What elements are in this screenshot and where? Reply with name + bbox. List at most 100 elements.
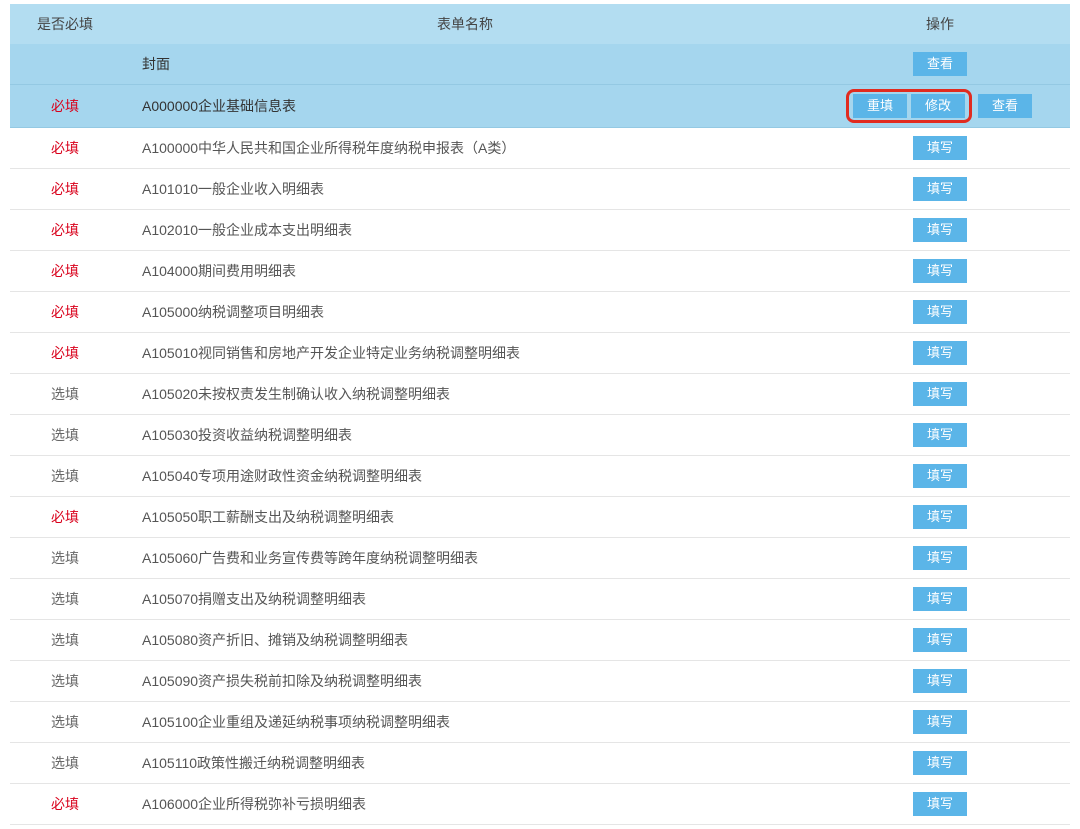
fill-button[interactable]: 填写 <box>913 259 967 283</box>
actions-cell: 查看 <box>810 44 1070 85</box>
actions-cell: 填写 <box>810 456 1070 497</box>
table-row: 封面 查看 <box>10 44 1070 85</box>
required-cell: 必填 <box>10 169 120 210</box>
form-name-cell: A106000企业所得税弥补亏损明细表 <box>120 784 810 825</box>
forms-table: 是否必填 表单名称 操作 封面查看必填A000000企业基础信息表重填修改 查看… <box>10 4 1070 825</box>
fill-button[interactable]: 填写 <box>913 669 967 693</box>
required-cell: 选填 <box>10 579 120 620</box>
required-cell: 选填 <box>10 415 120 456</box>
fill-button[interactable]: 填写 <box>913 423 967 447</box>
table-row: 选填A105080资产折旧、摊销及纳税调整明细表 填写 <box>10 620 1070 661</box>
actions-cell: 填写 <box>810 497 1070 538</box>
required-cell: 必填 <box>10 292 120 333</box>
form-name-cell: A102010一般企业成本支出明细表 <box>120 210 810 251</box>
fill-button[interactable]: 填写 <box>913 136 967 160</box>
required-cell: 必填 <box>10 784 120 825</box>
form-name-cell: A105090资产损失税前扣除及纳税调整明细表 <box>120 661 810 702</box>
required-cell: 必填 <box>10 85 120 128</box>
form-name-cell: A105080资产折旧、摊销及纳税调整明细表 <box>120 620 810 661</box>
table-header-row: 是否必填 表单名称 操作 <box>10 4 1070 44</box>
table-row: 必填A102010一般企业成本支出明细表 填写 <box>10 210 1070 251</box>
actions-cell: 填写 <box>810 292 1070 333</box>
required-cell: 选填 <box>10 456 120 497</box>
refill-button[interactable]: 重填 <box>853 94 907 118</box>
fill-button[interactable]: 填写 <box>913 546 967 570</box>
table-row: 选填A105030投资收益纳税调整明细表 填写 <box>10 415 1070 456</box>
table-row: 必填A105000纳税调整项目明细表 填写 <box>10 292 1070 333</box>
actions-cell: 填写 <box>810 374 1070 415</box>
actions-cell: 填写 <box>810 784 1070 825</box>
required-cell: 必填 <box>10 210 120 251</box>
table-row: 必填A106000企业所得税弥补亏损明细表 填写 <box>10 784 1070 825</box>
col-header-required: 是否必填 <box>10 4 120 44</box>
form-name-cell: A105110政策性搬迁纳税调整明细表 <box>120 743 810 784</box>
fill-button[interactable]: 填写 <box>913 710 967 734</box>
actions-cell: 填写 <box>810 661 1070 702</box>
table-row: 必填A101010一般企业收入明细表 填写 <box>10 169 1070 210</box>
table-row: 选填A105020未按权责发生制确认收入纳税调整明细表 填写 <box>10 374 1070 415</box>
actions-cell: 填写 <box>810 415 1070 456</box>
form-name-cell: A105040专项用途财政性资金纳税调整明细表 <box>120 456 810 497</box>
table-row: 必填A105050职工薪酬支出及纳税调整明细表 填写 <box>10 497 1070 538</box>
fill-button[interactable]: 填写 <box>913 341 967 365</box>
view-button[interactable]: 查看 <box>978 94 1032 118</box>
fill-button[interactable]: 填写 <box>913 300 967 324</box>
table-row: 选填A105070捐赠支出及纳税调整明细表 填写 <box>10 579 1070 620</box>
actions-cell: 填写 <box>810 620 1070 661</box>
table-row: 选填A105100企业重组及递延纳税事项纳税调整明细表 填写 <box>10 702 1070 743</box>
form-name-cell: A104000期间费用明细表 <box>120 251 810 292</box>
form-name-cell: A105030投资收益纳税调整明细表 <box>120 415 810 456</box>
actions-cell: 填写 <box>810 169 1070 210</box>
fill-button[interactable]: 填写 <box>913 382 967 406</box>
form-name-cell: A101010一般企业收入明细表 <box>120 169 810 210</box>
required-cell: 必填 <box>10 333 120 374</box>
required-cell: 必填 <box>10 497 120 538</box>
form-name-cell: A105050职工薪酬支出及纳税调整明细表 <box>120 497 810 538</box>
fill-button[interactable]: 填写 <box>913 587 967 611</box>
form-name-cell: 封面 <box>120 44 810 85</box>
fill-button[interactable]: 填写 <box>913 792 967 816</box>
required-cell: 选填 <box>10 620 120 661</box>
required-cell <box>10 44 120 85</box>
form-name-cell: A105070捐赠支出及纳税调整明细表 <box>120 579 810 620</box>
col-header-name: 表单名称 <box>120 4 810 44</box>
modify-button[interactable]: 修改 <box>911 94 965 118</box>
view-button[interactable]: 查看 <box>913 52 967 76</box>
table-row: 选填A105110政策性搬迁纳税调整明细表 填写 <box>10 743 1070 784</box>
required-cell: 必填 <box>10 251 120 292</box>
required-cell: 选填 <box>10 743 120 784</box>
required-cell: 选填 <box>10 702 120 743</box>
actions-cell: 重填修改 查看 <box>810 85 1070 128</box>
actions-cell: 填写 <box>810 743 1070 784</box>
actions-cell: 填写 <box>810 579 1070 620</box>
actions-cell: 填写 <box>810 333 1070 374</box>
form-name-cell: A105010视同销售和房地产开发企业特定业务纳税调整明细表 <box>120 333 810 374</box>
actions-cell: 填写 <box>810 702 1070 743</box>
table-row: 必填A100000中华人民共和国企业所得税年度纳税申报表（A类） 填写 <box>10 128 1070 169</box>
actions-cell: 填写 <box>810 538 1070 579</box>
actions-cell: 填写 <box>810 251 1070 292</box>
table-row: 选填A105040专项用途财政性资金纳税调整明细表 填写 <box>10 456 1070 497</box>
required-cell: 选填 <box>10 538 120 579</box>
table-row: 选填A105090资产损失税前扣除及纳税调整明细表 填写 <box>10 661 1070 702</box>
required-cell: 选填 <box>10 374 120 415</box>
highlight-annotation: 重填修改 <box>846 89 972 123</box>
form-name-cell: A105000纳税调整项目明细表 <box>120 292 810 333</box>
fill-button[interactable]: 填写 <box>913 464 967 488</box>
form-name-cell: A100000中华人民共和国企业所得税年度纳税申报表（A类） <box>120 128 810 169</box>
form-name-cell: A105100企业重组及递延纳税事项纳税调整明细表 <box>120 702 810 743</box>
fill-button[interactable]: 填写 <box>913 751 967 775</box>
table-row: 必填A104000期间费用明细表 填写 <box>10 251 1070 292</box>
form-name-cell: A105060广告费和业务宣传费等跨年度纳税调整明细表 <box>120 538 810 579</box>
table-row: 选填A105060广告费和业务宣传费等跨年度纳税调整明细表 填写 <box>10 538 1070 579</box>
required-cell: 必填 <box>10 128 120 169</box>
fill-button[interactable]: 填写 <box>913 505 967 529</box>
fill-button[interactable]: 填写 <box>913 177 967 201</box>
required-cell: 选填 <box>10 661 120 702</box>
col-header-actions: 操作 <box>810 4 1070 44</box>
form-name-cell: A000000企业基础信息表 <box>120 85 810 128</box>
fill-button[interactable]: 填写 <box>913 218 967 242</box>
actions-cell: 填写 <box>810 210 1070 251</box>
form-name-cell: A105020未按权责发生制确认收入纳税调整明细表 <box>120 374 810 415</box>
fill-button[interactable]: 填写 <box>913 628 967 652</box>
